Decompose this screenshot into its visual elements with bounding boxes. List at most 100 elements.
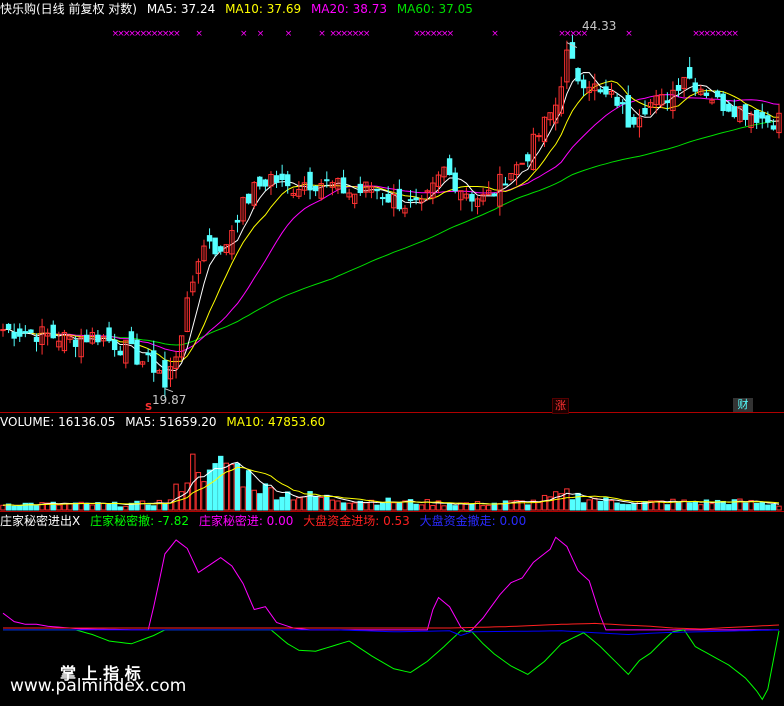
volume-bar-up — [536, 502, 542, 511]
flag-mark: × — [491, 29, 499, 39]
volume-bar-up — [419, 504, 425, 511]
volume-bar-down — [234, 463, 241, 511]
volume-legend: VOLUME: 16136.05 — [0, 415, 116, 429]
candle-down — [726, 103, 732, 112]
volume-bar-down — [11, 505, 17, 511]
volume-bar-up — [552, 491, 559, 511]
candle-down — [111, 339, 118, 351]
volume-bar-down — [324, 494, 330, 511]
ma60-line — [2, 120, 780, 346]
volume-bar-down — [569, 499, 576, 511]
volume-bar-down — [597, 500, 604, 511]
volume-bar-down — [285, 491, 291, 511]
indicator-pane-header: 庄家秘密进出X 庄家秘密撤: -7.82 庄家秘密进: 0.00 大盘资金进场:… — [0, 513, 532, 529]
main-pane-header: 快乐购(日线 前复权 对数) MA5: 37.24 MA10: 37.69 MA… — [0, 1, 479, 17]
volume-bar-down — [759, 502, 765, 511]
candle-down — [580, 79, 587, 89]
rise-tag[interactable]: 涨 — [552, 398, 569, 414]
big-in-legend: 大盘资金进场: 0.53 — [303, 514, 410, 528]
candle-down — [374, 188, 380, 192]
volume-bar-down — [575, 492, 581, 511]
candle-down — [128, 331, 135, 345]
volume-bar-down — [452, 505, 458, 511]
big-in-line — [3, 622, 780, 630]
volume-bar-down — [117, 506, 123, 511]
flag-mark: × — [173, 29, 181, 39]
flag-mark: × — [625, 29, 633, 39]
candle-down — [5, 323, 12, 330]
volume-bar-down — [619, 503, 626, 511]
volume-bar-down — [145, 504, 151, 511]
volume-bar-up — [485, 504, 492, 511]
candle-down — [413, 197, 419, 201]
volume-bar-down — [340, 502, 347, 511]
candle-down — [731, 106, 738, 118]
flag-mark: × — [318, 29, 326, 39]
candle-down — [151, 350, 157, 373]
candle-down — [17, 328, 23, 337]
volume-bar-down — [765, 504, 771, 511]
volume-bar-down — [664, 504, 671, 511]
stock-title[interactable]: 快乐购(日线 前复权 对数) — [0, 2, 137, 16]
volume-bar-up — [441, 505, 447, 511]
flag-mark: × — [731, 29, 739, 39]
flag-mark: × — [447, 29, 455, 39]
indicator-name[interactable]: 庄家秘密进出X — [0, 514, 80, 528]
candle-down — [452, 172, 458, 192]
candle-down — [95, 334, 101, 343]
volume-bar-up — [139, 500, 146, 511]
secret-in-line — [2, 536, 779, 633]
candle-down — [642, 107, 648, 115]
volume-bar-down — [413, 503, 419, 511]
candle-down — [614, 96, 620, 106]
candle-down — [502, 183, 509, 186]
volume-ma-lines — [2, 461, 780, 506]
volume-bar-up — [156, 499, 163, 511]
flag-mark: × — [363, 29, 371, 39]
low-price-label: 19.87 — [152, 393, 187, 407]
volume-pane-header: VOLUME: 16136.05 MA5: 51659.20 MA10: 478… — [0, 414, 331, 430]
volume-bar-up — [89, 504, 96, 511]
volume-bar-up — [363, 502, 369, 511]
candle-up — [536, 135, 542, 138]
candle-down — [218, 246, 224, 252]
candlesticks — [0, 35, 782, 398]
candle-down — [162, 360, 168, 388]
candle-down — [686, 67, 693, 79]
candle-down — [72, 339, 79, 347]
candle-down — [273, 175, 280, 183]
volume-bar-down — [469, 503, 475, 511]
ma60-legend: MA60: 37.05 — [396, 2, 473, 16]
volume-bar-down — [379, 502, 386, 511]
chart-annotations — [164, 42, 578, 393]
high-price-label: 44.33 — [582, 19, 617, 33]
volume-bar-down — [625, 504, 631, 511]
volume-bar-down — [257, 493, 263, 511]
ma5-path — [2, 71, 780, 372]
candle-down — [28, 329, 34, 333]
volume-bar-down — [106, 503, 112, 511]
ma5-line — [2, 71, 780, 372]
candle-down — [753, 109, 760, 123]
secret-in-legend: 庄家秘密进: 0.00 — [198, 514, 294, 528]
candle-down — [145, 352, 151, 356]
volume-bar-down — [134, 500, 140, 511]
candle-down — [446, 158, 453, 176]
volume-bar-up — [776, 505, 782, 511]
volume-bar-down — [385, 497, 391, 511]
flag-mark: × — [195, 29, 203, 39]
volume-ma10-legend: MA10: 47853.60 — [226, 415, 326, 429]
volume-bar-up — [123, 505, 129, 511]
volume-bar-down — [279, 496, 285, 511]
volume-bar-down — [446, 503, 453, 511]
volume-bar-down — [692, 501, 698, 511]
candle-down — [106, 327, 112, 342]
volume-bar-up — [223, 462, 230, 511]
volume-bar-down — [580, 502, 587, 511]
volume-bar-down — [206, 469, 213, 511]
volume-bar-up — [608, 500, 615, 511]
volume-bar-up — [709, 503, 715, 511]
candle-down — [703, 92, 710, 96]
candle-down — [720, 93, 726, 112]
finance-tag[interactable]: 财 — [733, 398, 753, 412]
